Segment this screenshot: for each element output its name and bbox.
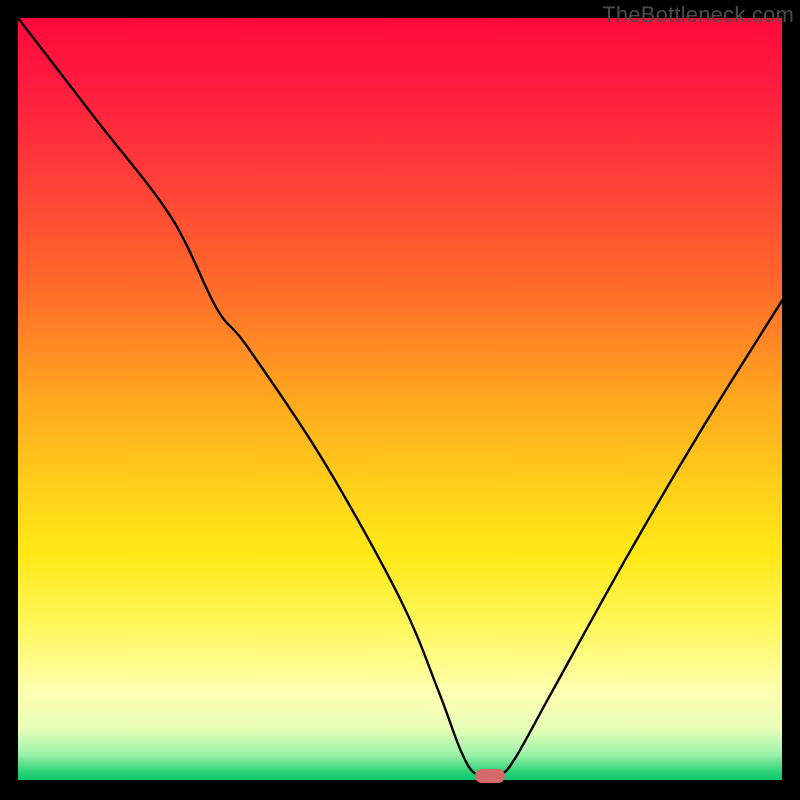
watermark-text: TheBottleneck.com [602, 2, 794, 28]
bottleneck-curve [18, 18, 782, 782]
optimal-marker [475, 769, 505, 783]
chart-frame: TheBottleneck.com [0, 0, 800, 800]
plot-area [18, 18, 782, 782]
